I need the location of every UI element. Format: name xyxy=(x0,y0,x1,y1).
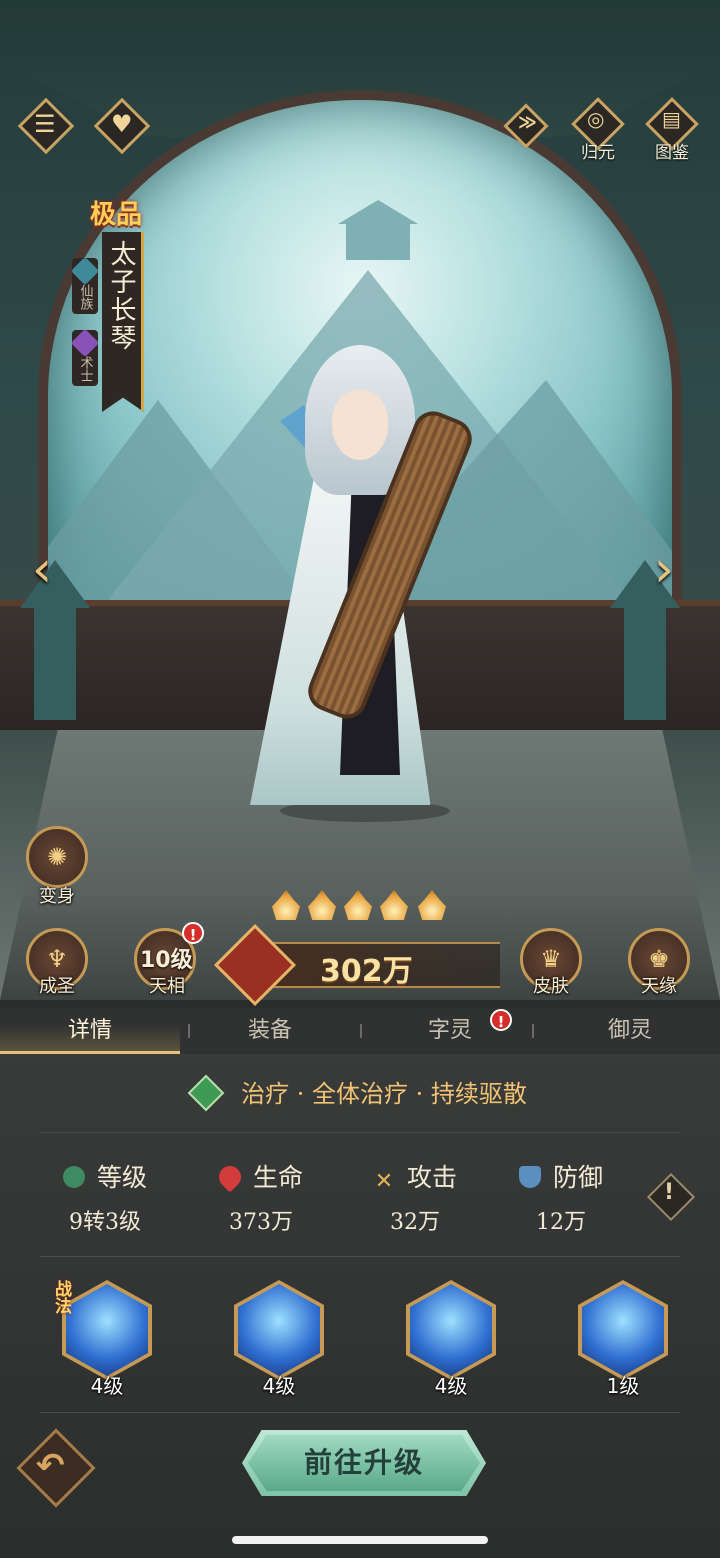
tab-equipment[interactable]: 装备 xyxy=(180,1008,360,1054)
shield-icon xyxy=(518,1166,541,1188)
stat-hp-value: 373万 xyxy=(229,1210,293,1235)
stat-level-header: 等级 xyxy=(30,1158,180,1194)
menu-button[interactable]: ☰ xyxy=(17,97,75,155)
share-glyph: ≫ xyxy=(518,112,537,133)
heart-glyph: ♥ xyxy=(111,110,133,138)
leaf-icon xyxy=(187,1074,225,1112)
tab-yuling[interactable]: 御灵 xyxy=(540,1008,720,1054)
tab-ziling[interactable]: 字灵 xyxy=(360,1008,540,1054)
tab-alert-badge: ! xyxy=(490,1009,512,1031)
crossed-swords-icon: ✕ xyxy=(374,1169,394,1194)
stat-defense-value: 12万 xyxy=(536,1210,586,1235)
skill-2-level: 4级 xyxy=(262,1374,296,1398)
class-tag-label: 术士 xyxy=(77,356,93,382)
power-value: 302万 xyxy=(320,954,413,989)
stat-level-value: 9转3级 xyxy=(69,1210,141,1235)
tianxiang-label: 天相 xyxy=(149,976,185,997)
stat-attack-header: ✕ 攻击 xyxy=(340,1158,490,1194)
skill-3-icon xyxy=(410,1284,492,1376)
prev-hero-chevron-left-icon[interactable]: ‹ xyxy=(32,540,52,598)
stat-attack-value: 32万 xyxy=(390,1210,440,1235)
guiyuan-label: 归元 xyxy=(581,143,615,163)
skill-1-level: 4级 xyxy=(90,1374,124,1398)
fate-label: 天缘 xyxy=(641,976,677,997)
skill-1-icon xyxy=(66,1284,148,1376)
divider xyxy=(40,1132,680,1133)
skill-tag: 战法 xyxy=(51,1280,71,1314)
alert-badge: ! xyxy=(182,922,204,944)
tujian-button[interactable]: ▤ 图鉴 xyxy=(644,96,700,163)
race-icon xyxy=(70,256,100,286)
chengsheng-label: 成圣 xyxy=(39,976,75,997)
distant-temple xyxy=(338,200,418,260)
role-line: 治疗 · 全体治疗 · 持续驱散 xyxy=(0,1074,720,1112)
tianxiang-level: 10级 xyxy=(140,948,193,973)
stat-level-name: 等级 xyxy=(96,1163,147,1192)
menu-glyph: ☰ xyxy=(34,110,56,138)
skill-2[interactable] xyxy=(234,1280,324,1380)
stat-defense: 防御 12万 xyxy=(486,1158,636,1236)
heart-icon xyxy=(214,1161,246,1193)
robe-icon: ♛ xyxy=(540,945,562,973)
share-button[interactable]: ≫ xyxy=(498,98,554,154)
divider xyxy=(40,1256,680,1257)
stat-attack: ✕ 攻击 32万 xyxy=(340,1158,490,1236)
skill-3-level: 4级 xyxy=(434,1374,468,1398)
stat-defense-name: 防御 xyxy=(552,1163,603,1192)
tujian-label: 图鉴 xyxy=(655,143,689,163)
class-tag: 术士 xyxy=(70,328,100,386)
tab-details[interactable]: 详情 xyxy=(0,1008,180,1054)
stat-hp: 生命 373万 xyxy=(186,1158,336,1236)
stat-level: 等级 9转3级 xyxy=(30,1158,180,1236)
tab-separator xyxy=(188,1024,190,1038)
next-hero-chevron-right-icon[interactable]: › xyxy=(654,540,674,598)
transform-label: 变身 xyxy=(39,886,75,907)
stat-hp-header: 生命 xyxy=(186,1158,336,1194)
quality-label: 极品 xyxy=(90,200,143,230)
skill-4-icon xyxy=(582,1284,664,1376)
upgrade-button[interactable]: 前往升级 xyxy=(248,1435,480,1491)
transform-icon: ✺ xyxy=(46,843,68,871)
hero-name: 太子长琴 xyxy=(106,240,136,352)
stat-hp-name: 生命 xyxy=(252,1163,303,1192)
skill-4-level: 1级 xyxy=(606,1374,640,1398)
favorite-button[interactable]: ♥ xyxy=(93,97,151,155)
skill-3[interactable] xyxy=(406,1280,496,1380)
tab-separator xyxy=(360,1024,362,1038)
back-arrow-icon: ↶ xyxy=(36,1446,65,1486)
ascend-icon: ♆ xyxy=(46,945,68,973)
skin-label: 皮肤 xyxy=(533,976,569,997)
stat-attack-name: 攻击 xyxy=(406,1163,457,1192)
class-icon xyxy=(70,328,100,358)
divider xyxy=(40,1412,680,1413)
transform-button[interactable]: ✺ xyxy=(26,826,88,888)
guiyuan-glyph: ◎ xyxy=(587,107,605,131)
book-glyph: ▤ xyxy=(662,107,681,131)
hero-face xyxy=(332,390,388,460)
skill-1[interactable] xyxy=(62,1280,152,1380)
home-indicator[interactable] xyxy=(232,1536,488,1544)
race-tag: 仙族 xyxy=(70,256,100,314)
swirl-icon xyxy=(62,1166,85,1188)
skill-4[interactable] xyxy=(578,1280,668,1380)
skill-2-icon xyxy=(238,1284,320,1376)
role-text: 治疗 · 全体治疗 · 持续驱散 xyxy=(241,1080,527,1108)
exclamation-icon: ! xyxy=(664,1180,675,1205)
detail-panel: 详情 装备 字灵 御灵 ! 治疗 · 全体治疗 · 持续驱散 等级 9转3级 生… xyxy=(0,1008,720,1558)
race-tag-label: 仙族 xyxy=(77,284,93,310)
guiyuan-button[interactable]: ◎ 归元 xyxy=(570,96,626,163)
fate-icon: ♚ xyxy=(648,945,670,973)
stat-defense-header: 防御 xyxy=(486,1158,636,1194)
hero-character[interactable] xyxy=(220,345,480,825)
tab-separator xyxy=(532,1024,534,1038)
